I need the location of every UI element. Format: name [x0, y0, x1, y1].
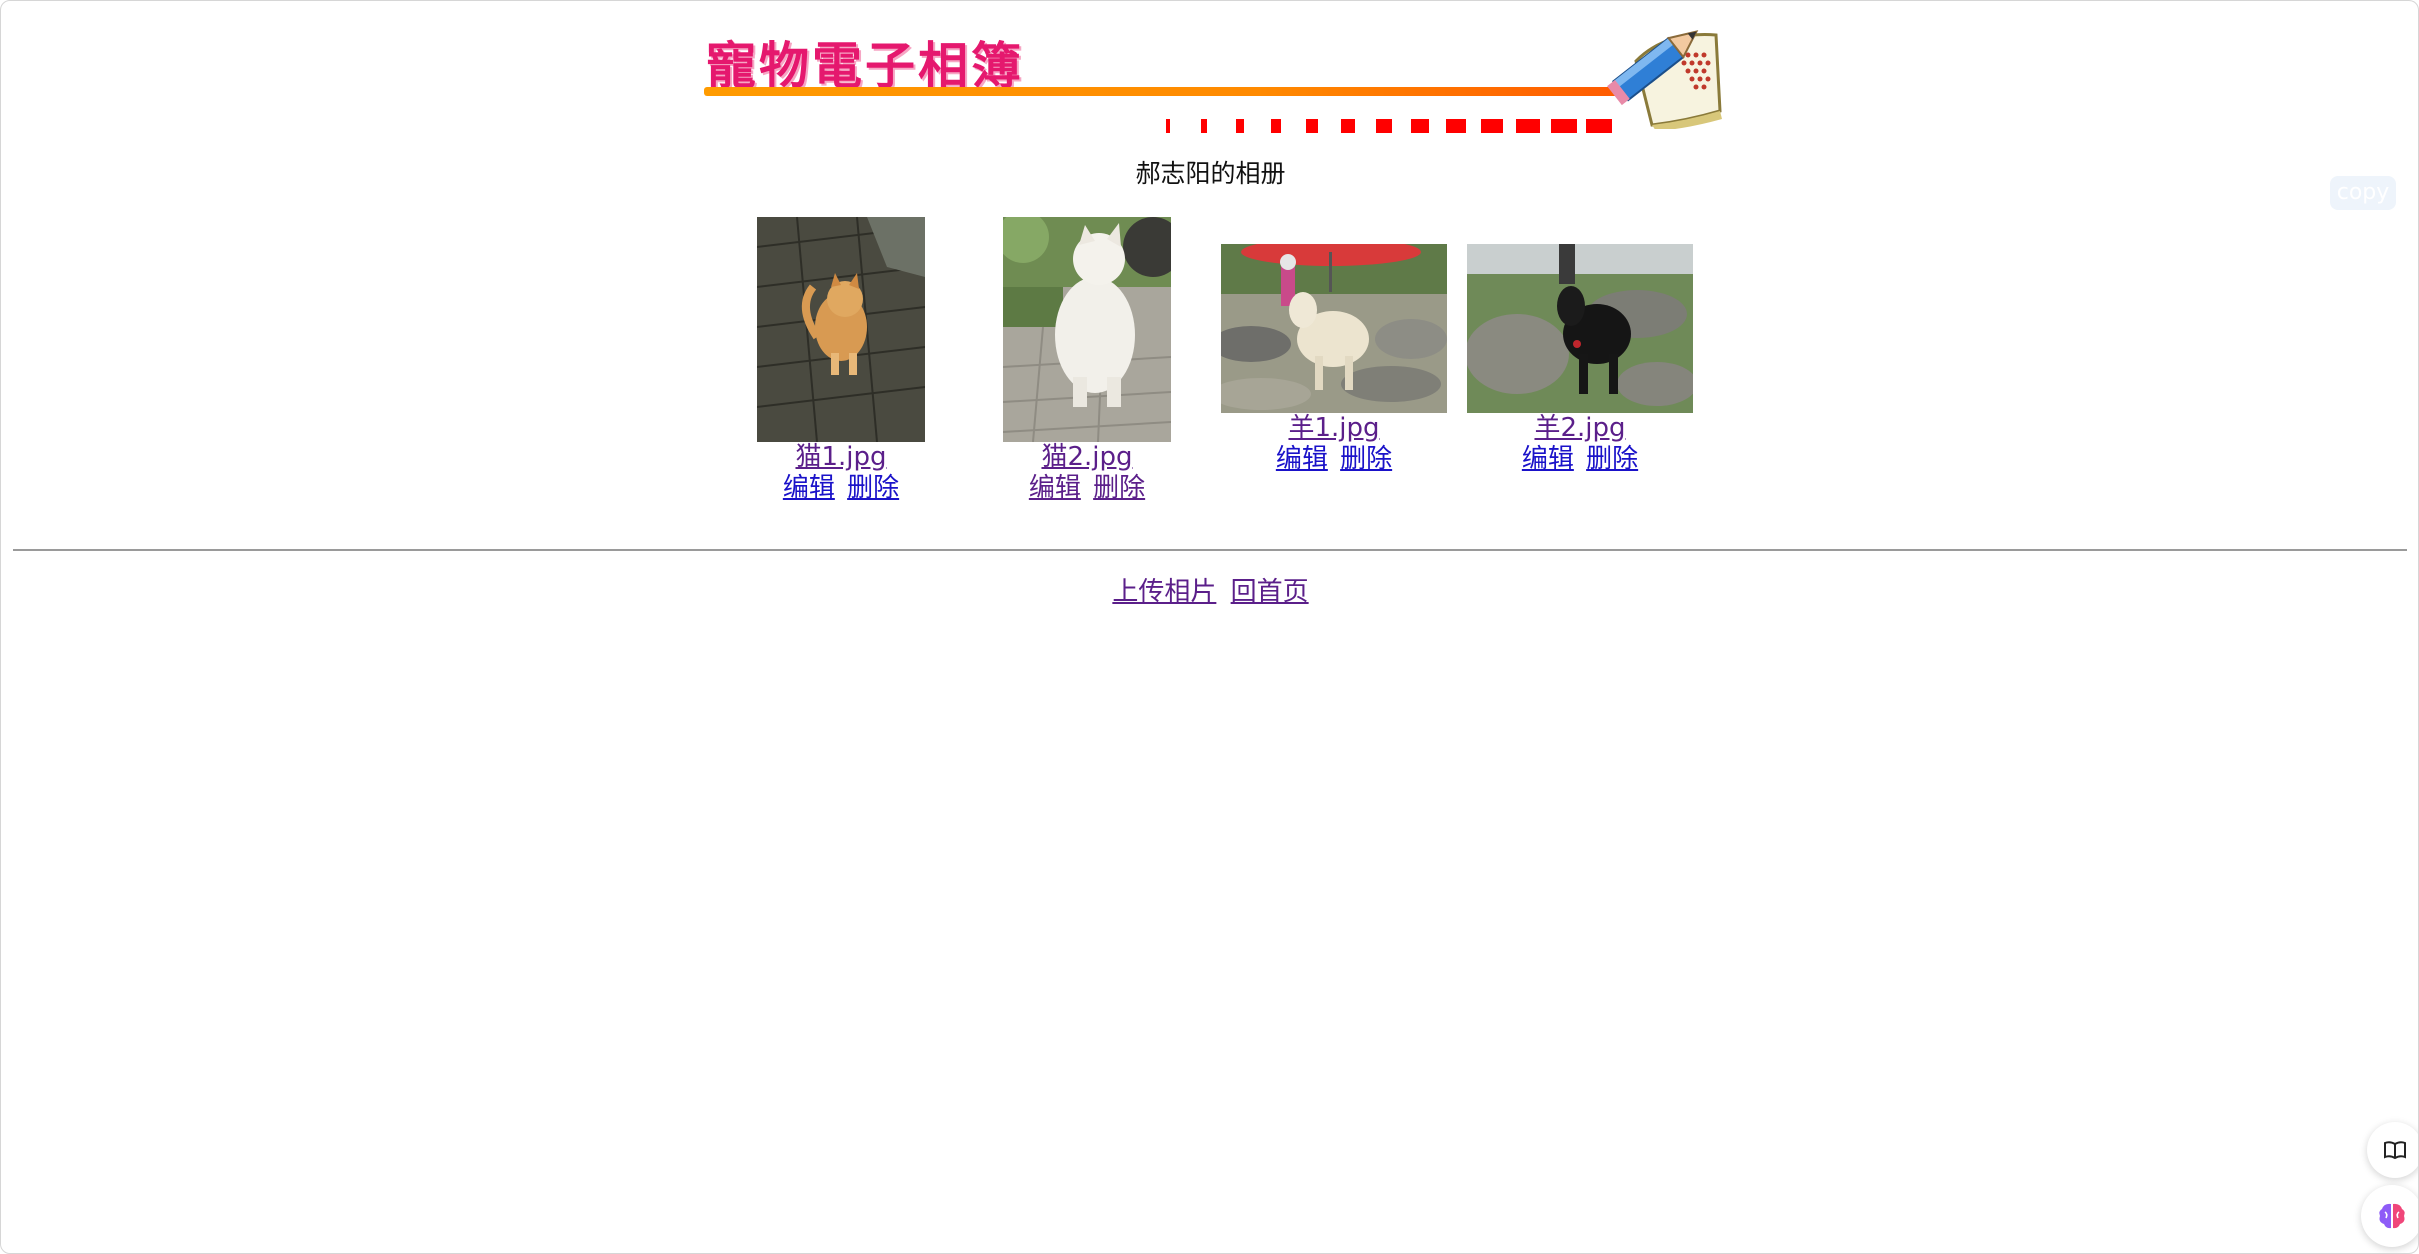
edit-link[interactable]: 编辑 [1522, 444, 1574, 474]
ai-assistant-button[interactable] [2361, 1185, 2418, 1247]
pencil-notepad-icon [1607, 30, 1722, 129]
cat-photo-image [757, 217, 925, 442]
goat-photo-image [1467, 244, 1693, 413]
photo-filename-link[interactable]: 羊1.jpg [1219, 413, 1449, 444]
photo-actions: 编辑 删除 [982, 473, 1192, 504]
banner-dashes [1166, 119, 1612, 133]
delete-link[interactable]: 删除 [1340, 444, 1392, 474]
upload-photo-link[interactable]: 上传相片 [1112, 577, 1216, 607]
reader-button[interactable] [2367, 1122, 2418, 1178]
section-divider [13, 549, 2407, 551]
photo-cell: 猫2.jpg 编辑 删除 [982, 217, 1192, 504]
photo-actions: 编辑 删除 [736, 473, 946, 504]
copy-button[interactable]: copy [2330, 176, 2396, 210]
photo-filename-link[interactable]: 猫1.jpg [736, 442, 946, 473]
browser-page: 寵物電子相簿 郝志阳的相册 猫1.jpg 编辑 删除 猫2.jpg 编辑 删除 … [0, 0, 2419, 1254]
book-open-icon [2384, 1141, 2406, 1160]
edit-link[interactable]: 编辑 [1276, 444, 1328, 474]
photo-thumbnail[interactable] [1221, 244, 1447, 413]
album-banner: 寵物電子相簿 [696, 19, 1726, 133]
banner-underline [704, 87, 1624, 96]
photo-filename-link[interactable]: 猫2.jpg [982, 442, 1192, 473]
photo-filename-link[interactable]: 羊2.jpg [1465, 413, 1695, 444]
brain-icon [2379, 1203, 2405, 1229]
cat-photo-image [1003, 217, 1171, 442]
photo-actions: 编辑 删除 [1465, 444, 1695, 475]
photo-cell: 猫1.jpg 编辑 删除 [736, 217, 946, 504]
delete-link[interactable]: 删除 [847, 473, 899, 503]
album-title: 郝志阳的相册 [1135, 159, 1286, 188]
photo-thumbnail[interactable] [757, 217, 925, 442]
edit-link[interactable]: 编辑 [783, 473, 835, 503]
photo-thumbnail[interactable] [1467, 244, 1693, 413]
goat-photo-image [1221, 244, 1447, 413]
photo-thumbnail[interactable] [1003, 217, 1171, 442]
banner-title: 寵物電子相簿 [706, 37, 1024, 95]
photo-cell: 羊1.jpg 编辑 删除 [1219, 244, 1449, 475]
edit-link[interactable]: 编辑 [1029, 473, 1081, 503]
photo-actions: 编辑 删除 [1219, 444, 1449, 475]
photo-cell: 羊2.jpg 编辑 删除 [1465, 244, 1695, 475]
delete-link[interactable]: 删除 [1093, 473, 1145, 503]
home-link[interactable]: 回首页 [1231, 577, 1309, 607]
footer-links: 上传相片 回首页 [1, 576, 2418, 608]
delete-link[interactable]: 删除 [1586, 444, 1638, 474]
